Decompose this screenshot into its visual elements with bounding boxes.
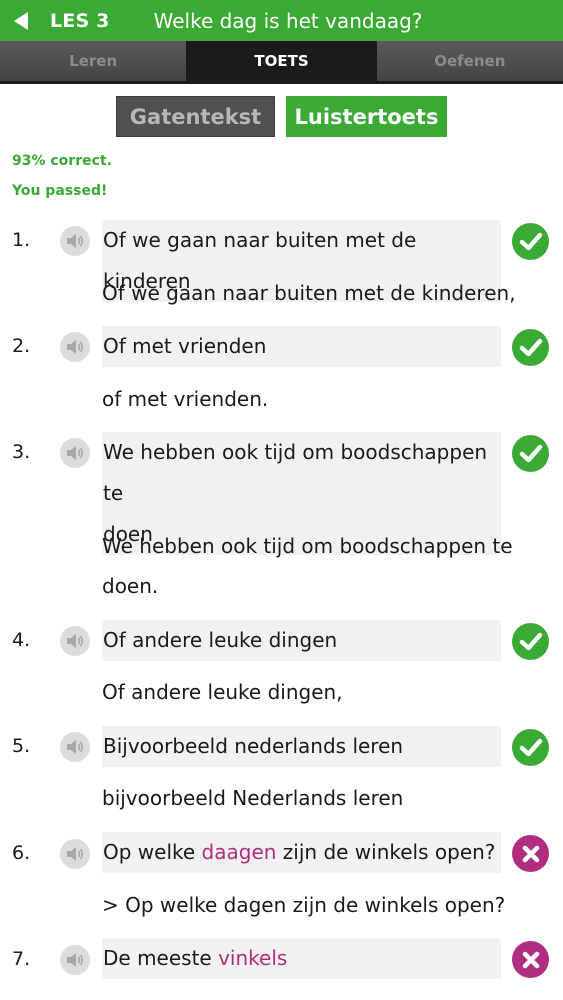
wrong-word: vinkels xyxy=(218,946,288,970)
audio-button[interactable] xyxy=(60,226,90,256)
answer-line: We hebben ook tijd om boodschappen te xyxy=(102,534,513,558)
tab-bar-divider xyxy=(0,81,563,84)
status-correct xyxy=(512,223,549,260)
question-line: Of andere leuke dingen xyxy=(103,628,338,652)
tab-toets[interactable]: TOETS xyxy=(188,41,375,81)
question-text-pre: De meeste xyxy=(103,946,219,970)
question-text: Op welke daagen zijn de winkels open? xyxy=(102,832,501,873)
item-number: 4. xyxy=(12,629,31,651)
tab-oefenen[interactable]: Oefenen xyxy=(376,41,563,81)
audio-button[interactable] xyxy=(60,839,90,869)
audio-button[interactable] xyxy=(60,945,90,975)
score-text: 93% correct. xyxy=(12,153,112,169)
checkmark-icon xyxy=(519,632,542,650)
status-correct xyxy=(512,329,549,366)
question-line: Of met vrienden xyxy=(103,334,267,358)
back-arrow-icon xyxy=(14,11,28,30)
answer-text: Of we gaan naar buiten met de kinderen, xyxy=(102,281,516,305)
back-button[interactable] xyxy=(6,0,36,41)
question-text: De meeste vinkels xyxy=(102,938,501,979)
question-text: Of andere leuke dingen xyxy=(102,620,501,661)
item-number: 2. xyxy=(12,335,31,357)
question-line: We hebben ook tijd om boodschappen te xyxy=(103,440,488,505)
status-correct xyxy=(512,729,549,766)
audio-button[interactable] xyxy=(60,626,90,656)
answer-text: We hebben ook tijd om boodschappen te do… xyxy=(102,526,522,606)
checkmark-icon xyxy=(519,444,542,462)
answer-line: doen. xyxy=(102,574,159,598)
audio-button[interactable] xyxy=(60,732,90,762)
cross-icon xyxy=(522,845,539,862)
answer-text: > Op welke dagen zijn de winkels open? xyxy=(102,893,506,917)
wrong-word: daagen xyxy=(201,840,277,864)
status-incorrect xyxy=(512,835,549,872)
item-number: 6. xyxy=(12,842,31,864)
tab-leren[interactable]: Leren xyxy=(0,41,187,81)
audio-button[interactable] xyxy=(60,438,90,468)
mode-switch: Gatentekst Luistertoets xyxy=(116,96,447,137)
answer-text: bijvoorbeeld Nederlands leren xyxy=(102,786,404,810)
lesson-label: LES 3 xyxy=(50,9,110,32)
checkmark-icon xyxy=(519,338,542,356)
item-number: 5. xyxy=(12,735,31,757)
tab-bar: Leren TOETS Oefenen xyxy=(0,41,563,81)
checkmark-icon xyxy=(519,738,542,756)
audio-button[interactable] xyxy=(60,332,90,362)
item-number: 7. xyxy=(12,948,31,970)
checkmark-icon xyxy=(519,232,542,250)
speaker-icon xyxy=(67,953,84,967)
question-text-post: zijn de winkels open? xyxy=(276,840,496,864)
speaker-icon xyxy=(67,634,84,648)
status-correct xyxy=(512,623,549,660)
status-correct xyxy=(512,435,549,472)
app-header: LES 3 Welke dag is het vandaag? xyxy=(0,0,563,41)
question-text: Bijvoorbeeld nederlands leren xyxy=(102,726,501,767)
speaker-icon xyxy=(67,340,84,354)
speaker-icon xyxy=(67,740,84,754)
cross-icon xyxy=(522,951,539,968)
question-text: Of met vrienden xyxy=(102,326,501,367)
luistertoets-button[interactable]: Luistertoets xyxy=(286,96,447,137)
item-number: 3. xyxy=(12,441,31,463)
item-number: 1. xyxy=(12,229,31,251)
question-text-pre: Op welke xyxy=(103,840,202,864)
status-incorrect xyxy=(512,941,549,978)
pass-message: You passed! xyxy=(12,183,108,199)
gatentekst-button[interactable]: Gatentekst xyxy=(116,96,275,137)
speaker-icon xyxy=(67,234,84,248)
answer-text: Of andere leuke dingen, xyxy=(102,680,343,704)
speaker-icon xyxy=(67,847,84,861)
answer-text: of met vrienden. xyxy=(102,387,269,411)
page-title: Welke dag is het vandaag? xyxy=(153,8,423,33)
speaker-icon xyxy=(67,446,84,460)
question-line: Bijvoorbeeld nederlands leren xyxy=(103,734,404,758)
